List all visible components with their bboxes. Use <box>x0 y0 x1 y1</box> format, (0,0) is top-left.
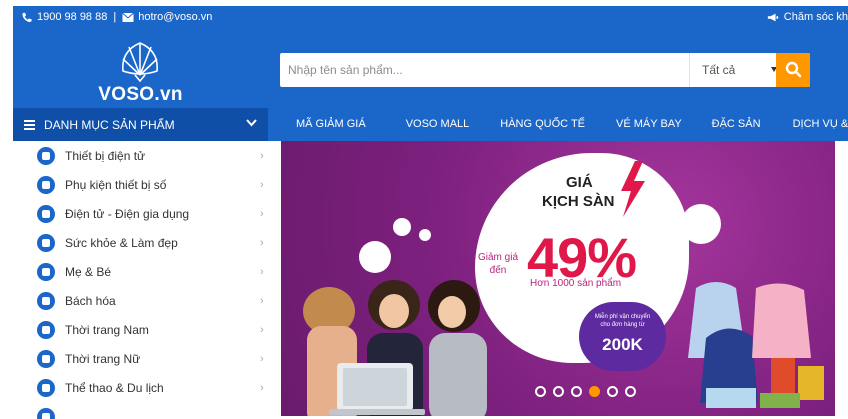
site-logo[interactable]: VOSO.vn <box>13 28 268 108</box>
category-select-value: Tất cả <box>702 63 736 77</box>
sidebar-item-men-fashion[interactable]: Thời trang Nam › <box>13 317 268 346</box>
search-button[interactable] <box>776 53 810 87</box>
sidebar-item-label: Mẹ & Bé <box>65 265 112 279</box>
logo-text: VOSO.vn <box>98 84 183 105</box>
category-select[interactable]: Tất cả <box>689 53 785 87</box>
category-sidebar: Thiết bị điện tử › Phụ kiện thiết bị số … <box>13 141 268 419</box>
chevron-right-icon: › <box>260 353 264 365</box>
search-input[interactable]: Nhập tên sản phẩm... <box>288 63 403 77</box>
sidebar-item-digital-accessories[interactable]: Phụ kiện thiết bị số › <box>13 172 268 201</box>
contact-info: 1900 98 98 88 | hotro@voso.vn <box>21 11 212 23</box>
sale-headline-2: KỊCH SÀN <box>542 193 615 210</box>
shipping-line-2: cho đơn hàng từ <box>600 322 645 328</box>
women-fashion-icon <box>37 350 55 368</box>
sidebar-item-more[interactable] <box>13 404 268 419</box>
hamburger-icon <box>24 120 35 132</box>
search-bar: Nhập tên sản phẩm... Tất cả <box>280 53 810 87</box>
sale-headline-1: GIÁ <box>566 174 593 191</box>
megaphone-icon <box>767 13 778 21</box>
chevron-right-icon: › <box>260 324 264 336</box>
products-illustration <box>688 282 824 408</box>
sidebar-item-electronics[interactable]: Thiết bị điện tử › <box>13 143 268 172</box>
customer-care-link[interactable]: Chăm sóc kh <box>767 11 848 23</box>
sidebar-item-grocery[interactable]: Bách hóa › <box>13 288 268 317</box>
sidebar-item-women-fashion[interactable]: Thời trang Nữ › <box>13 346 268 375</box>
men-fashion-icon <box>37 321 55 339</box>
appliance-icon <box>37 205 55 223</box>
chevron-right-icon: › <box>260 208 264 220</box>
chevron-right-icon: › <box>260 179 264 191</box>
lightning-icon <box>621 161 645 217</box>
slide-dot[interactable] <box>553 386 564 397</box>
sidebar-item-mother-baby[interactable]: Mẹ & Bé › <box>13 259 268 288</box>
decor-circle <box>393 218 411 236</box>
mail-icon <box>122 12 135 22</box>
nav-item-voso-mall[interactable]: VOSO MALL <box>406 108 470 141</box>
sidebar-item-label: Phụ kiện thiết bị số <box>65 178 167 192</box>
category-menu-label: DANH MỤC SẢN PHẨM <box>44 118 175 132</box>
nav-item-coupons[interactable]: MÃ GIẢM GIÁ <box>296 108 366 141</box>
chevron-right-icon: › <box>260 382 264 394</box>
chevron-right-icon: › <box>260 295 264 307</box>
chevron-right-icon: › <box>260 237 264 249</box>
sidebar-item-appliances[interactable]: Điện tử - Điện gia dụng › <box>13 201 268 230</box>
sidebar-item-label: Điện tử - Điện gia dụng <box>65 207 190 221</box>
chevron-down-icon <box>246 119 257 127</box>
top-bar: 1900 98 98 88 | hotro@voso.vn Chăm sóc k… <box>13 6 848 28</box>
sidebar-item-sport-travel[interactable]: Thể thao & Du lịch › <box>13 375 268 404</box>
support-email[interactable]: hotro@voso.vn <box>138 11 212 23</box>
sidebar-item-label: Thể thao & Du lịch <box>65 381 164 395</box>
category-menu-toggle[interactable]: DANH MỤC SẢN PHẨM <box>13 108 268 141</box>
decor-circle <box>359 241 391 273</box>
phone-icon <box>22 12 32 22</box>
more-category-icon <box>37 408 55 419</box>
sidebar-item-health-beauty[interactable]: Sức khỏe & Làm đẹp › <box>13 230 268 259</box>
slide-dot-active[interactable] <box>589 386 600 397</box>
search-icon <box>785 61 802 78</box>
sport-travel-icon <box>37 379 55 397</box>
phone-number[interactable]: 1900 98 98 88 <box>37 11 107 23</box>
nav-item-specialties[interactable]: ĐẶC SẢN <box>712 108 761 141</box>
shell-logo-icon <box>122 42 158 83</box>
promo-banner[interactable]: GIÁ KỊCH SÀN Giảm giá đến 49% Hơn 1000 s… <box>281 141 835 416</box>
nav-item-international[interactable]: HÀNG QUỐC TẾ <box>500 108 585 141</box>
slide-pagination <box>535 386 636 397</box>
shipping-line-1: Miễn phí vận chuyển <box>594 314 651 320</box>
nav-item-services[interactable]: DỊCH VỤ & N <box>793 108 848 141</box>
chevron-right-icon: › <box>260 150 264 162</box>
header: VOSO.vn Nhập tên sản phẩm... Tất cả <box>13 28 848 108</box>
customer-care-label: Chăm sóc kh <box>783 11 848 23</box>
slide-dot[interactable] <box>535 386 546 397</box>
health-beauty-icon <box>37 234 55 252</box>
electronics-icon <box>37 147 55 165</box>
nav-menu: MÃ GIẢM GIÁ VOSO MALL HÀNG QUỐC TẾ VÉ MÁ… <box>268 108 848 141</box>
sidebar-item-label: Thời trang Nữ <box>65 352 141 366</box>
sidebar-item-label: Thời trang Nam <box>65 323 149 337</box>
slide-dot[interactable] <box>607 386 618 397</box>
sidebar-item-label: Bách hóa <box>65 294 116 308</box>
discount-subtitle: Hơn 1000 sản phẩm <box>530 278 622 289</box>
grocery-icon <box>37 292 55 310</box>
mother-baby-icon <box>37 263 55 281</box>
free-shipping-badge: Miễn phí vận chuyển cho đơn hàng từ 200K <box>579 302 666 371</box>
slide-dot[interactable] <box>571 386 582 397</box>
topbar-separator: | <box>113 11 117 23</box>
decor-circle <box>419 229 431 241</box>
main-nav: DANH MỤC SẢN PHẨM MÃ GIẢM GIÁ VOSO MALL … <box>13 108 848 141</box>
sidebar-item-label: Sức khỏe & Làm đẹp <box>65 236 178 250</box>
nav-item-flights[interactable]: VÉ MÁY BAY <box>616 108 682 141</box>
slide-dot[interactable] <box>625 386 636 397</box>
chevron-right-icon: › <box>260 266 264 278</box>
phone-accessory-icon <box>37 176 55 194</box>
sidebar-item-label: Thiết bị điện tử <box>65 149 146 163</box>
shoppers-illustration <box>303 280 487 416</box>
discount-prefix-line-1: Giảm giá <box>478 252 519 263</box>
shipping-amount: 200K <box>602 335 643 354</box>
